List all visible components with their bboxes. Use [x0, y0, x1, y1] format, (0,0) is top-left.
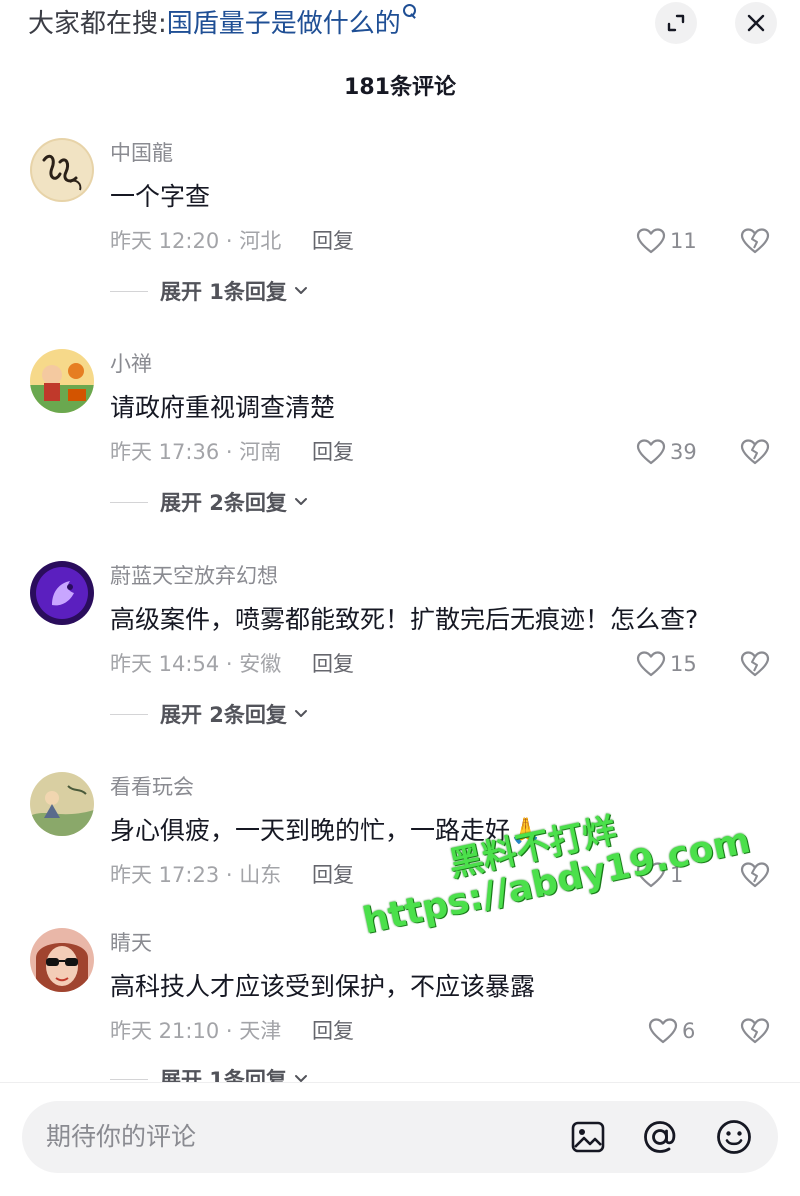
expand-replies[interactable]: 展开 1条回复: [110, 276, 309, 306]
comment-text: 请政府重视调查清楚: [110, 393, 336, 422]
dislike-button[interactable]: [738, 224, 772, 258]
image-button[interactable]: [568, 1117, 608, 1157]
divider: [110, 501, 148, 503]
dislike-button[interactable]: [738, 858, 772, 892]
like-button[interactable]: 6: [648, 1014, 695, 1048]
broken-heart-icon: [740, 1018, 770, 1044]
heart-icon: [636, 439, 666, 465]
close-button[interactable]: [735, 2, 777, 44]
comment-input-placeholder: 期待你的评论: [46, 1122, 197, 1151]
search-icon: [402, 4, 417, 18]
image-icon: [571, 1121, 605, 1153]
avatar[interactable]: [30, 138, 94, 202]
divider: [110, 713, 148, 715]
reply-button[interactable]: 回复: [312, 1016, 354, 1046]
comments-sheet: 大家都在搜:国盾量子是做什么的 181条评论 中国龍 一个字查 昨天 12:20…: [0, 0, 800, 1196]
expand-replies-label: 展开 2条回复: [160, 703, 287, 727]
hot-search-prefix: 大家都在搜:: [28, 9, 167, 39]
reply-button[interactable]: 回复: [312, 226, 354, 256]
emoji-button[interactable]: [714, 1117, 754, 1157]
comment-username[interactable]: 中国龍: [110, 138, 173, 168]
dislike-button[interactable]: [738, 647, 772, 681]
broken-heart-icon: [740, 439, 770, 465]
comment-username[interactable]: 睛天: [110, 928, 152, 958]
comment-count-title: 181条评论: [344, 75, 456, 100]
expand-replies[interactable]: 展开 2条回复: [110, 699, 309, 729]
comment-text: 身心俱疲，一天到晚的忙，一路走好🙏: [110, 816, 542, 845]
broken-heart-icon: [740, 651, 770, 677]
like-button[interactable]: 11: [636, 224, 697, 258]
avatar[interactable]: [30, 928, 94, 992]
broken-heart-icon: [740, 228, 770, 254]
at-icon: [644, 1121, 676, 1153]
mention-button[interactable]: [640, 1117, 680, 1157]
expand-replies-label: 展开 2条回复: [160, 491, 287, 515]
comment-username[interactable]: 小禅: [110, 349, 152, 379]
like-button[interactable]: 39: [636, 435, 697, 469]
chevron-down-icon: [293, 496, 309, 508]
watermark: 黑料不打烊 https://abdy19.com: [350, 776, 753, 943]
expand-replies-label: 展开 1条回复: [160, 280, 287, 304]
comment-time-location: 昨天 17:36 · 河南: [110, 440, 282, 464]
broken-heart-icon: [740, 862, 770, 888]
avatar[interactable]: [30, 772, 94, 836]
close-icon: [747, 14, 765, 32]
like-count: 39: [670, 440, 697, 464]
chevron-down-icon: [293, 285, 309, 297]
comment-time-location: 昨天 17:23 · 山东: [110, 863, 282, 887]
expand-icon: [667, 14, 685, 32]
like-count: 1: [670, 863, 684, 887]
comment-username[interactable]: 看看玩会: [110, 772, 194, 802]
heart-icon: [636, 862, 666, 888]
comment-text: 高级案件，喷雾都能致死！扩散完后无痕迹！怎么查?: [110, 605, 699, 634]
reply-button[interactable]: 回复: [312, 860, 354, 890]
dislike-button[interactable]: [738, 1014, 772, 1048]
reply-button[interactable]: 回复: [312, 649, 354, 679]
like-count: 6: [682, 1019, 696, 1043]
top-bar: 大家都在搜:国盾量子是做什么的: [0, 0, 800, 60]
expand-button[interactable]: [655, 2, 697, 44]
reply-button[interactable]: 回复: [312, 437, 354, 467]
comment-time-location: 昨天 21:10 · 天津: [110, 1019, 282, 1043]
heart-icon: [636, 228, 666, 254]
divider: [110, 290, 148, 292]
like-count: 15: [670, 652, 697, 676]
emoji-icon: [717, 1120, 751, 1154]
comment-input[interactable]: 期待你的评论: [22, 1101, 778, 1173]
avatar[interactable]: [30, 349, 94, 413]
divider: [110, 1078, 148, 1080]
hot-search-suggestion[interactable]: 大家都在搜:国盾量子是做什么的: [28, 4, 417, 44]
expand-replies[interactable]: 展开 2条回复: [110, 487, 309, 517]
comment-text: 高科技人才应该受到保护，不应该暴露: [110, 972, 536, 1001]
comment-input-bar: 期待你的评论: [0, 1082, 800, 1196]
comment-time-location: 昨天 14:54 · 安徽: [110, 652, 282, 676]
comment-username[interactable]: 蔚蓝天空放弃幻想: [110, 561, 278, 591]
hot-search-query[interactable]: 国盾量子是做什么的: [167, 9, 401, 39]
comment-text: 一个字查: [110, 182, 211, 211]
dislike-button[interactable]: [738, 435, 772, 469]
like-count: 11: [670, 229, 697, 253]
chevron-down-icon: [293, 708, 309, 720]
like-button[interactable]: 15: [636, 647, 697, 681]
heart-icon: [636, 651, 666, 677]
like-button[interactable]: 1: [636, 858, 683, 892]
avatar[interactable]: [30, 561, 94, 625]
comment-time-location: 昨天 12:20 · 河北: [110, 229, 282, 253]
heart-icon: [648, 1018, 678, 1044]
